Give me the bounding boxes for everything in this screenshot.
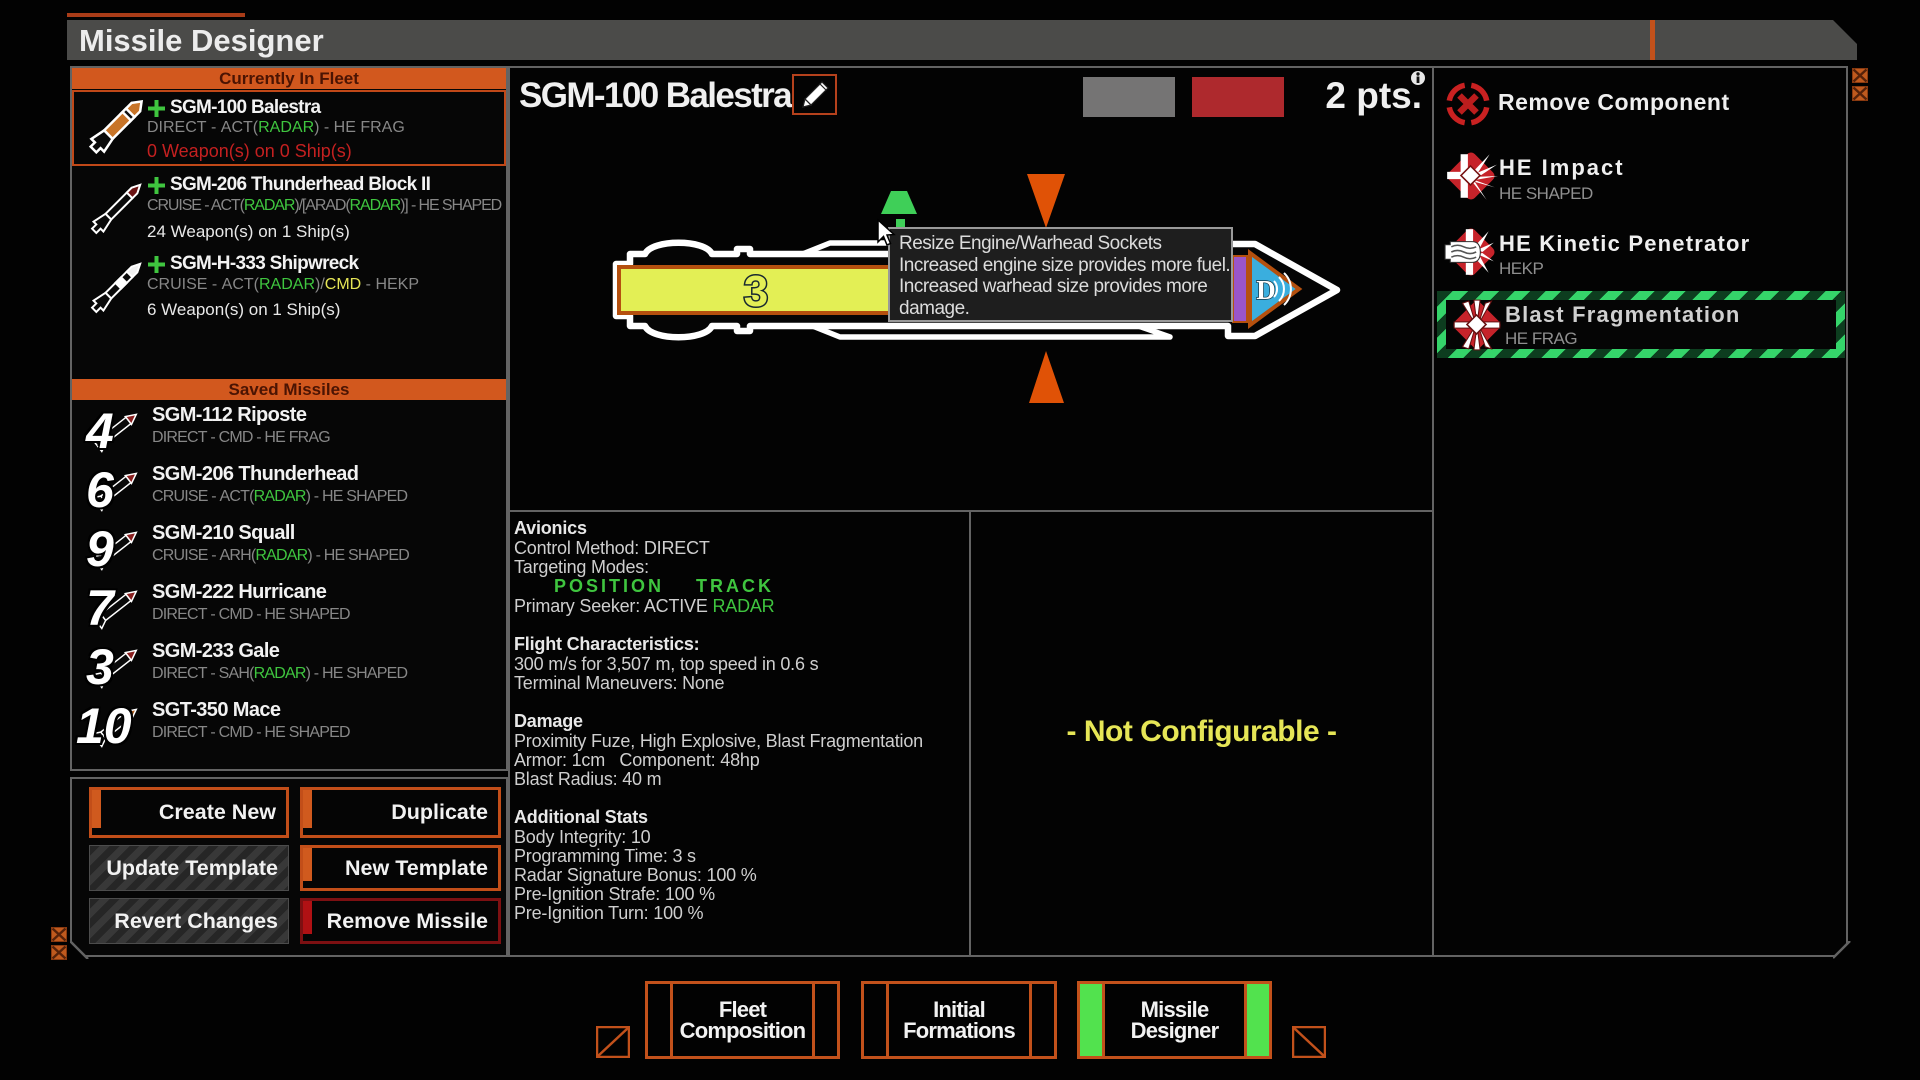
svg-text:D: D	[1256, 275, 1276, 305]
svg-text:3: 3	[744, 267, 768, 316]
